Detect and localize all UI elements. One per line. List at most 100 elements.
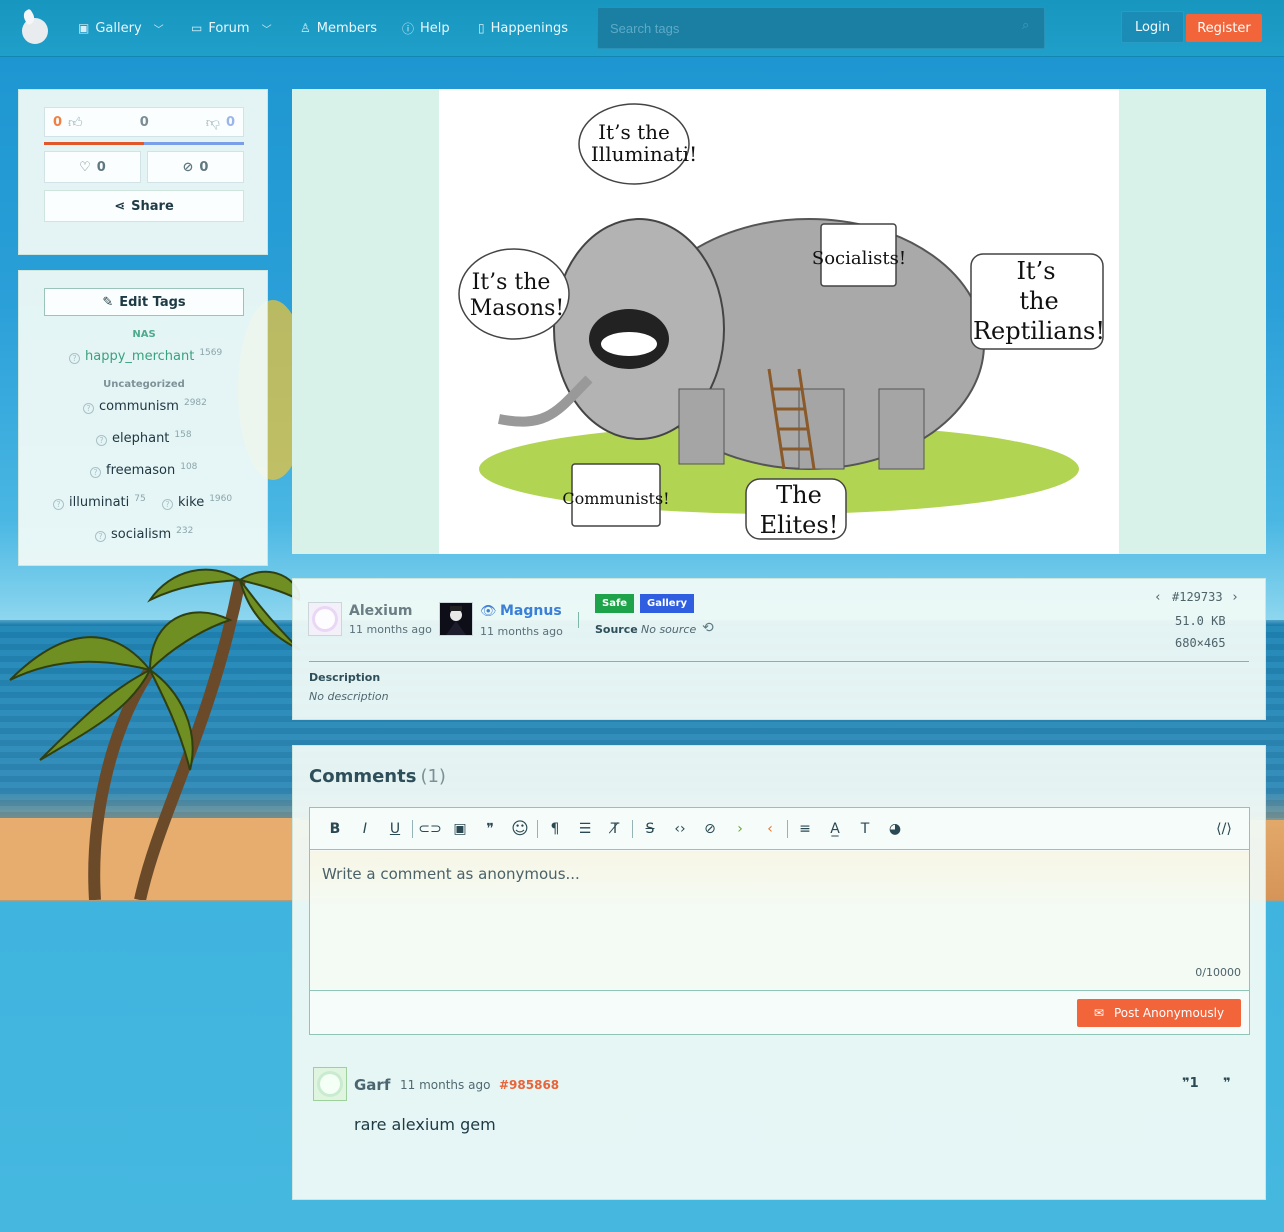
heart-icon: ♡ [79,159,91,175]
comment-body: rare alexium gem [354,1115,496,1134]
share-label: Share [131,198,174,214]
info-divider [309,661,1249,662]
underline-icon[interactable]: U [380,814,410,844]
description-value: No description [309,690,389,703]
font-size-icon[interactable]: T [850,814,880,844]
nav-gallery[interactable]: ▣ Gallery ﹀ [78,18,164,38]
quote-icon[interactable]: ❞ [475,814,505,844]
nav-happenings[interactable]: ▯ Happenings [478,18,568,38]
image-icon: ▣ [78,21,90,35]
nav-gallery-label: Gallery [95,20,142,36]
source-value: No source [641,623,697,636]
uploader-avatar[interactable] [308,602,342,636]
book-icon: ▯ [478,21,485,35]
edit-tags-button[interactable]: ✎ Edit Tags [44,288,244,316]
comment-item: Garf 11 months ago #985868 ❞1 ❞ rare ale… [313,1066,1253,1146]
comment-id[interactable]: #985868 [499,1078,559,1092]
tag-socialism[interactable]: ? socialism 232 [95,526,193,542]
hide-button[interactable]: ⊘ 0 [147,151,244,183]
vote-score: 0 [139,114,149,130]
bold-icon[interactable]: B [320,814,350,844]
tag-kike[interactable]: ? kike 1960 [162,494,232,510]
nav-members[interactable]: ♙ Members [300,18,377,38]
source-code-icon[interactable]: ⟨/⟩ [1209,814,1239,844]
strikethrough-icon[interactable]: S [635,814,665,844]
tag-category-nas: NAS [132,329,156,340]
tag-freemason[interactable]: ? freemason 108 [90,462,197,478]
quote-icon[interactable]: ❞ [1223,1076,1231,1091]
downvote-button[interactable]: 👎︎ 0 [206,114,235,131]
onion-logo-icon[interactable] [18,8,50,44]
tag-elephant[interactable]: ? elephant 158 [96,430,192,446]
eye-slash-icon: ⊘ [182,159,194,175]
svg-text:Reptilians!: Reptilians! [973,317,1105,345]
main-image[interactable]: It’s the Illuminati! Socialists! It’s th… [439,89,1119,554]
login-button[interactable]: Login [1121,11,1184,43]
nav-forum[interactable]: ▭ Forum ﹀ [191,18,272,38]
image-id: #129733 [1172,590,1223,604]
tag-category-uncategorized: Uncategorized [103,379,185,390]
comment-textarea[interactable] [310,851,1249,989]
post-anonymously-button[interactable]: ✉ Post Anonymously [1077,999,1241,1027]
tag-happy-merchant[interactable]: ? happy_merchant 1569 [69,348,222,364]
question-icon: ? [53,499,64,510]
nav-members-label: Members [316,20,378,36]
list-icon[interactable]: ☰ [570,814,600,844]
nav-help-label: Help [420,20,450,36]
chevron-down-icon: ﹀ [261,24,272,36]
prev-image-icon[interactable]: ‹ [1154,590,1162,605]
uploader-name[interactable]: Alexium [349,603,413,619]
commenter-avatar[interactable] [313,1067,347,1101]
post-anonymously-label: Post Anonymously [1113,1006,1225,1020]
history-icon[interactable]: ⟲ [702,620,714,636]
pencil-icon: ✎ [102,294,114,310]
reply-quote-icon[interactable]: ❞1 [1182,1076,1199,1091]
nav-forum-label: Forum [208,20,250,36]
favorite-count: 0 [96,159,106,175]
image-info-panel [292,578,1266,720]
thumbs-up-icon: 👍︎ [68,114,83,131]
comment-author[interactable]: Garf [354,1076,390,1094]
palette-icon[interactable]: ◕ [880,814,910,844]
comments-heading: Comments (1) [309,766,446,787]
edit-tags-label: Edit Tags [119,294,186,310]
search-icon[interactable]: ⌕ [1022,18,1029,33]
next-image-icon[interactable]: › [1231,590,1239,605]
tag-communism[interactable]: ? communism 2982 [83,398,207,414]
code-icon[interactable]: ‹› [665,814,695,844]
orangetext-icon[interactable]: ‹ [755,814,785,844]
image-icon[interactable]: ▣ [445,814,475,844]
approver-name[interactable]: Magnus [500,603,562,619]
favorite-button[interactable]: ♡ 0 [44,151,141,183]
register-button[interactable]: Register [1186,14,1262,42]
approver-avatar[interactable] [439,602,473,636]
align-icon[interactable]: ≡ [790,814,820,844]
spoiler-icon[interactable]: ⊘ [695,814,725,844]
uploader-time: 11 months ago [349,623,432,636]
bubble-masons: It’s the [472,270,551,295]
italic-icon[interactable]: I [350,814,380,844]
greentext-icon[interactable]: › [725,814,755,844]
top-navbar: ▣ Gallery ﹀ ▭ Forum ﹀ ♙ Members ⓘ Help ▯… [0,0,1284,57]
bubble-elites: The [776,481,822,509]
question-icon: ? [83,403,94,414]
paragraph-icon[interactable]: ¶ [540,814,570,844]
clear-format-icon[interactable]: T̸ [600,814,630,844]
search-input[interactable] [597,7,1045,49]
image-container: It’s the Illuminati! Socialists! It’s th… [292,89,1266,554]
emoji-icon[interactable]: ☺ [505,814,535,844]
approver-time: 11 months ago [480,625,563,638]
image-dimensions: 680×465 [1175,636,1226,650]
category-badge[interactable]: Gallery [640,594,695,613]
nav-help[interactable]: ⓘ Help [402,18,450,38]
rating-badge[interactable]: Safe [595,594,635,613]
text-color-icon[interactable]: A̲ [820,814,850,844]
share-button[interactable]: ⋖ Share [44,190,244,222]
file-size: 51.0 KB [1175,614,1226,628]
bubble-reptilians: It’s [1016,257,1055,285]
vote-panel: 0 👍︎ 0 👎︎ 0 ♡ 0 ⊘ 0 ⋖ Share [18,89,268,255]
link-icon[interactable]: ⊂⊃ [415,814,445,844]
envelope-icon: ✉ [1093,1006,1104,1020]
upvote-button[interactable]: 0 👍︎ [53,114,83,131]
tag-illuminati[interactable]: ? illuminati 75 [53,494,146,510]
